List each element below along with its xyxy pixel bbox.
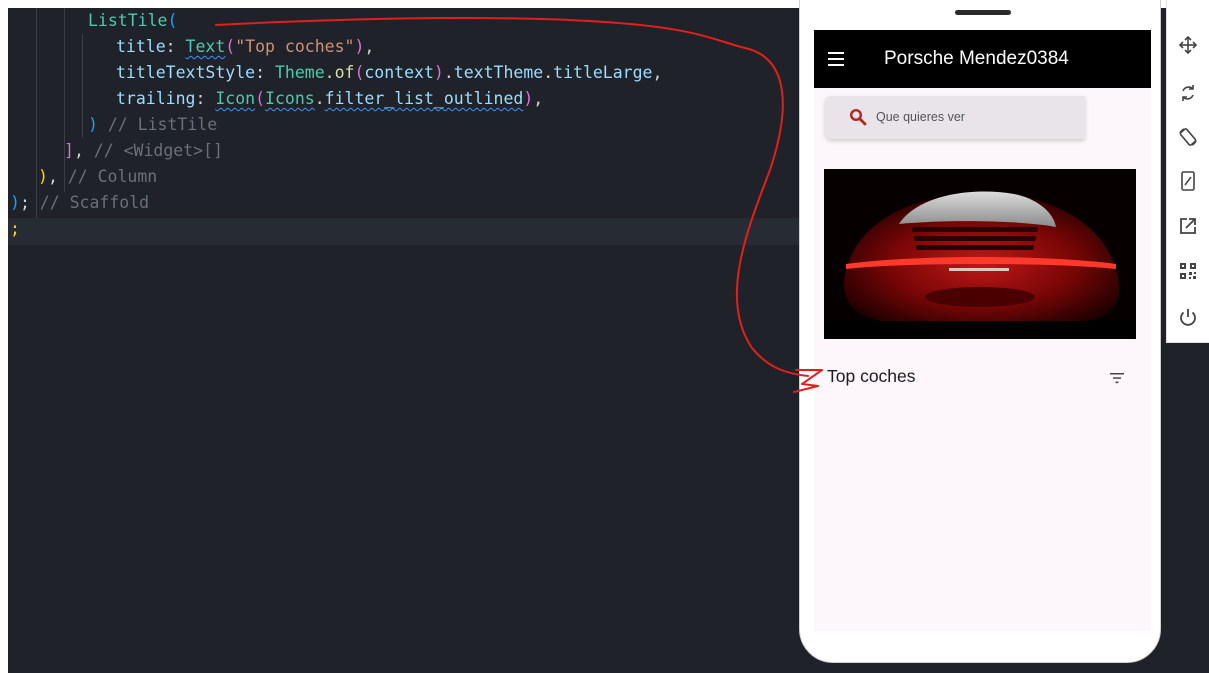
- code-token: Theme: [274, 63, 325, 82]
- rotate-icon[interactable]: [1177, 82, 1199, 104]
- power-icon[interactable]: [1177, 306, 1199, 328]
- list-tile-title: Top coches: [827, 366, 916, 386]
- code-token: (: [354, 63, 365, 82]
- code-token: ;: [19, 193, 30, 212]
- code-token: ,: [364, 37, 375, 56]
- code-token: of: [334, 63, 355, 82]
- code-token: ): [354, 37, 365, 56]
- search-icon: [849, 108, 867, 126]
- code-token: ): [523, 89, 534, 108]
- code-token: // ListTile: [97, 115, 218, 134]
- search-placeholder: Que quieres ver: [876, 110, 965, 124]
- code-line: title: Text("Top coches"),: [116, 34, 374, 60]
- code-token: // Column: [57, 167, 158, 186]
- code-token: "Top coches": [235, 37, 355, 56]
- code-token: // Scaffold: [29, 193, 150, 212]
- emulator-toolbar: [1166, 0, 1209, 343]
- code-token: Icon: [215, 89, 256, 108]
- code-token: ;: [10, 219, 20, 238]
- indent-guide: [36, 8, 37, 218]
- code-token: // <Widget>[]: [83, 141, 223, 160]
- code-token: Icons: [265, 89, 315, 108]
- code-token: trailing: [116, 89, 196, 108]
- app-bar: Porsche Mendez0384: [814, 30, 1151, 88]
- code-token: ): [38, 167, 48, 186]
- code-token: textTheme: [453, 63, 544, 82]
- code-line: ListTile(: [88, 8, 177, 34]
- app-screen: Porsche Mendez0384 Que quieres ver Top c…: [814, 30, 1151, 631]
- code-token: (: [255, 89, 266, 108]
- code-token: Text: [185, 37, 226, 56]
- code-token: titleTextStyle: [116, 63, 256, 82]
- code-line: trailing: Icon(Icons.filter_list_outline…: [116, 86, 543, 112]
- filter-list-icon[interactable]: [1108, 369, 1126, 387]
- search-bar[interactable]: Que quieres ver: [825, 96, 1085, 139]
- code-token: (: [225, 37, 236, 56]
- menu-icon[interactable]: [828, 49, 848, 69]
- code-line: ); // Scaffold: [10, 190, 149, 216]
- code-token: titleLarge: [553, 63, 653, 82]
- code-token: filter_list_outlined: [324, 89, 524, 108]
- code-token: :: [195, 89, 216, 108]
- code-line: ) // ListTile: [88, 112, 217, 138]
- code-token: ]: [64, 141, 74, 160]
- app-title: Porsche Mendez0384: [884, 48, 1069, 69]
- code-token: title: [116, 37, 166, 56]
- rotate-device-icon[interactable]: [1177, 126, 1199, 148]
- current-line-highlight: [8, 218, 803, 245]
- code-line: ), // Column: [38, 164, 157, 190]
- code-line: ], // <Widget>[]: [64, 138, 223, 164]
- indent-guide: [82, 34, 83, 138]
- code-token: ,: [47, 167, 58, 186]
- code-token: :: [255, 63, 275, 82]
- code-token: .: [324, 63, 335, 82]
- code-token: ): [10, 193, 20, 212]
- code-token: .: [443, 63, 454, 82]
- code-token: ListTile: [88, 11, 168, 30]
- code-token: context: [364, 63, 434, 82]
- code-token: :: [165, 37, 186, 56]
- code-line: ;: [10, 216, 20, 242]
- move-icon[interactable]: [1177, 34, 1199, 56]
- code-token: (: [167, 11, 178, 30]
- qr-code-icon[interactable]: [1177, 260, 1199, 282]
- list-tile[interactable]: Top coches: [814, 358, 1151, 398]
- code-line: titleTextStyle: Theme.of(context).textTh…: [116, 60, 662, 86]
- screen-size-icon[interactable]: [1177, 170, 1199, 192]
- code-token: ,: [652, 63, 663, 82]
- car-image: [824, 169, 1136, 339]
- code-token: ): [88, 115, 98, 134]
- code-token: .: [314, 89, 325, 108]
- code-token: ,: [73, 141, 84, 160]
- device-notch: [955, 10, 1011, 15]
- code-token: .: [543, 63, 554, 82]
- open-external-icon[interactable]: [1177, 215, 1199, 237]
- code-token: ,: [533, 89, 544, 108]
- code-token: ): [433, 63, 444, 82]
